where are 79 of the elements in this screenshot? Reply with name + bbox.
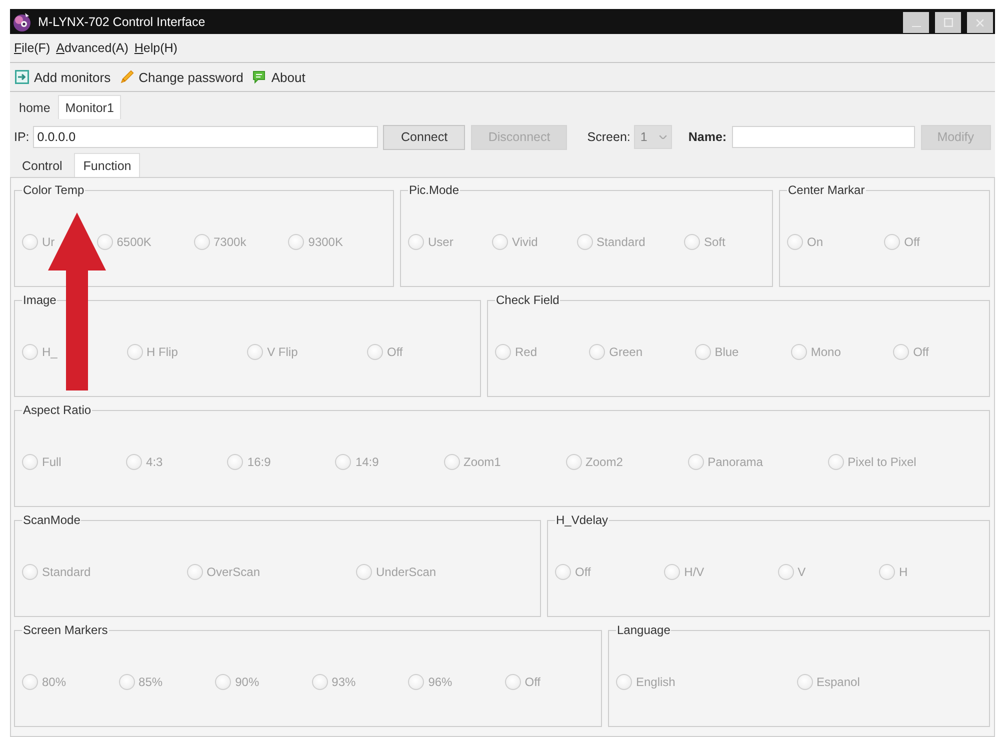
tab[interactable]: Function <box>74 153 140 177</box>
radio-label: UnderScan <box>376 565 436 579</box>
window-title: M-LYNX-702 Control Interface <box>38 14 206 28</box>
toolbar-button[interactable]: About <box>250 68 308 86</box>
radio-label: Blue <box>714 345 739 359</box>
radio-label: 93% <box>332 675 356 689</box>
radio-label: 85% <box>138 675 163 689</box>
radio-label: 80% <box>42 675 66 689</box>
radio-label: 14:9 <box>355 455 379 469</box>
radio-label: Espanol <box>816 675 860 689</box>
group-title: Check Field <box>495 293 560 307</box>
radio-label: Off <box>386 345 403 359</box>
radio-label: H/V <box>684 565 704 579</box>
radio-label: Off <box>904 235 920 249</box>
radio-label: Mono <box>810 345 841 359</box>
lens-icon <box>12 12 32 32</box>
radio-label: User <box>428 235 454 249</box>
minimize-button[interactable] <box>903 12 929 33</box>
radio-label: Standard <box>42 565 91 579</box>
close-button[interactable] <box>967 12 993 33</box>
radio-label: 90% <box>235 675 260 689</box>
group-title: Screen Markers <box>22 623 109 637</box>
radio-label: 4:3 <box>146 455 163 469</box>
radio-label: Pixel to Pixel <box>848 455 916 469</box>
radio-label: Zoom2 <box>586 455 623 469</box>
radio-label: V Flip <box>267 345 298 359</box>
name-label: Name: <box>688 130 727 144</box>
name-field[interactable] <box>732 126 915 148</box>
radio-label: H <box>898 565 908 579</box>
group-title: Image <box>22 293 58 307</box>
menu-item[interactable]: Help(H) <box>131 40 180 56</box>
pencil-icon <box>120 70 134 84</box>
radio-label: 16:9 <box>247 455 271 469</box>
radio-label: H_ <box>42 345 58 359</box>
group-title: Pic.Mode <box>408 183 460 197</box>
group-title: Aspect Ratio <box>22 403 92 417</box>
arrow-into-box-icon <box>15 70 29 84</box>
radio-label: V <box>798 565 806 579</box>
screen-label: Screen: <box>587 130 630 144</box>
radio-label: OverScan <box>206 565 260 579</box>
group-title: Center Markar <box>787 183 866 197</box>
radio-label: Panorama <box>708 455 763 469</box>
radio-label: Red <box>515 345 538 359</box>
group-title: H_Vdelay <box>555 513 610 527</box>
radio-label: Soft <box>704 235 726 249</box>
maximize-button[interactable] <box>935 12 961 33</box>
chevron-down-icon <box>659 134 668 140</box>
connect-button[interactable]: Connect <box>383 124 466 150</box>
ip-label: IP: <box>14 130 30 144</box>
toolbar-button[interactable]: Add monitors <box>13 68 113 86</box>
radio-label: Full <box>42 455 62 469</box>
radio-label: Vivid <box>512 235 538 249</box>
radio-label: Off <box>575 565 591 579</box>
menu-item[interactable]: Advanced(A) <box>53 40 132 56</box>
radio-label: On <box>807 235 824 249</box>
radio-label: English <box>636 675 676 689</box>
tab[interactable]: home <box>12 96 58 119</box>
radio-label: Zoom1 <box>464 455 501 469</box>
close-icon <box>976 18 984 26</box>
radio-label: H Flip <box>146 345 178 359</box>
radio-label: 7300k <box>214 235 246 249</box>
radio-label: Green <box>609 345 643 359</box>
menu-item[interactable]: File(F) <box>11 40 54 56</box>
group-title: Language <box>616 623 672 637</box>
maximize-icon <box>944 18 952 27</box>
chat-bubble-icon <box>252 70 266 84</box>
radio-label: Standard <box>596 235 646 249</box>
radio-label: 6500K <box>116 235 152 249</box>
group-title: Color Temp <box>22 183 86 197</box>
radio-label: Off <box>913 345 929 359</box>
toolbar-button[interactable]: Change password <box>118 68 246 86</box>
radio-label: Off <box>524 675 541 689</box>
tab[interactable]: Monitor1 <box>58 95 121 119</box>
group-title: ScanMode <box>22 513 82 527</box>
radio-label: 96% <box>428 675 452 689</box>
radio-label: Ur <box>42 235 55 249</box>
ip-field[interactable]: 0.0.0.0 <box>33 126 378 148</box>
tab[interactable]: Control <box>13 154 72 177</box>
radio-label: 9300K <box>308 235 343 249</box>
